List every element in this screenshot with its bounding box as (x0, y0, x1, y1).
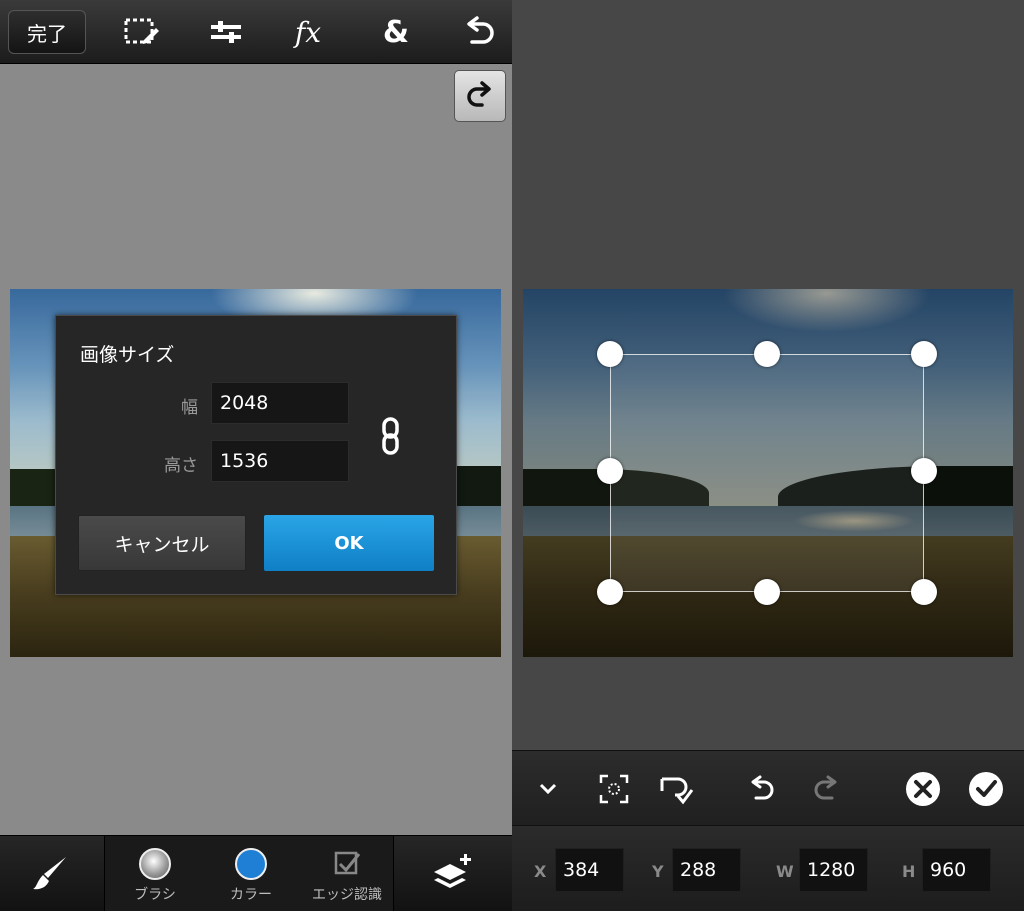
redo-button[interactable] (454, 70, 506, 122)
bottom-toolbar: ブラシ カラー エッジ認識 (0, 835, 512, 911)
ampersand-icon[interactable]: & (376, 12, 416, 52)
adjust-sliders-icon[interactable] (206, 12, 246, 52)
selection-edit-icon[interactable] (122, 12, 162, 52)
tool-label: ブラシ (134, 887, 176, 903)
fx-icon[interactable]: fx (288, 12, 328, 52)
chevron-down-icon[interactable] (530, 771, 566, 807)
top-toolbar: 完了 fx & (0, 0, 512, 64)
crop-handle-top-left[interactable] (597, 341, 623, 367)
height-label: 高さ (164, 456, 198, 476)
image-size-dialog: 画像サイズ 幅 2048 高さ 1536 キャンセル OK (55, 315, 457, 595)
fx-glyph: fx (294, 15, 322, 49)
crop-coordinates-bar: X 384 Y 288 W 1280 H 960 (512, 825, 1024, 911)
ok-button[interactable]: OK (264, 515, 434, 571)
w-label: W (776, 862, 794, 881)
h-label: H (902, 862, 916, 881)
h-field[interactable]: 960 (922, 848, 991, 892)
edge-detect-icon (331, 848, 363, 880)
image-size-screen: 完了 fx & 画像サイズ 幅 2048 高さ 1536 キャンセル OK ブラ… (0, 0, 512, 911)
crop-handle-left[interactable] (597, 458, 623, 484)
color-swatch-icon (235, 848, 267, 880)
ampersand-glyph: & (382, 14, 410, 50)
tool-label: カラー (230, 887, 272, 903)
crop-handle-bottom-right[interactable] (911, 579, 937, 605)
x-label: X (534, 862, 547, 881)
w-field[interactable]: 1280 (799, 848, 868, 892)
crop-handle-right[interactable] (911, 458, 937, 484)
chain-link-icon[interactable] (378, 416, 404, 456)
y-field[interactable]: 288 (672, 848, 741, 892)
confirm-icon[interactable] (968, 771, 1004, 807)
crop-handle-bottom-left[interactable] (597, 579, 623, 605)
crop-toolbar (512, 750, 1024, 825)
cancel-button[interactable]: キャンセル (78, 515, 246, 571)
undo-icon[interactable] (460, 12, 500, 52)
brush-size-icon (139, 848, 171, 880)
undo-icon[interactable] (744, 771, 780, 807)
width-label: 幅 (181, 398, 198, 418)
crop-center-icon[interactable] (596, 771, 632, 807)
x-field[interactable]: 384 (555, 848, 624, 892)
tool-brush[interactable]: ブラシ (107, 836, 203, 911)
crop-handle-bottom[interactable] (754, 579, 780, 605)
width-field[interactable]: 2048 (211, 382, 349, 424)
tool-edge[interactable]: エッジ認識 (299, 836, 395, 911)
brush-tool-group: ブラシ カラー エッジ認識 (104, 836, 394, 911)
redo-icon[interactable] (808, 771, 844, 807)
crop-handle-top-right[interactable] (911, 341, 937, 367)
add-layer-icon[interactable] (430, 850, 476, 896)
crop-handle-top[interactable] (754, 341, 780, 367)
cancel-icon[interactable] (905, 771, 941, 807)
tool-color[interactable]: カラー (203, 836, 299, 911)
paintbrush-icon[interactable] (30, 854, 70, 894)
height-field[interactable]: 1536 (211, 440, 349, 482)
crop-selection[interactable] (610, 354, 924, 592)
rotate-confirm-icon[interactable] (658, 771, 694, 807)
redo-icon (467, 81, 491, 107)
tool-label: エッジ認識 (312, 887, 382, 903)
y-label: Y (652, 862, 664, 881)
dialog-title: 画像サイズ (80, 344, 175, 366)
done-button[interactable]: 完了 (8, 10, 86, 54)
